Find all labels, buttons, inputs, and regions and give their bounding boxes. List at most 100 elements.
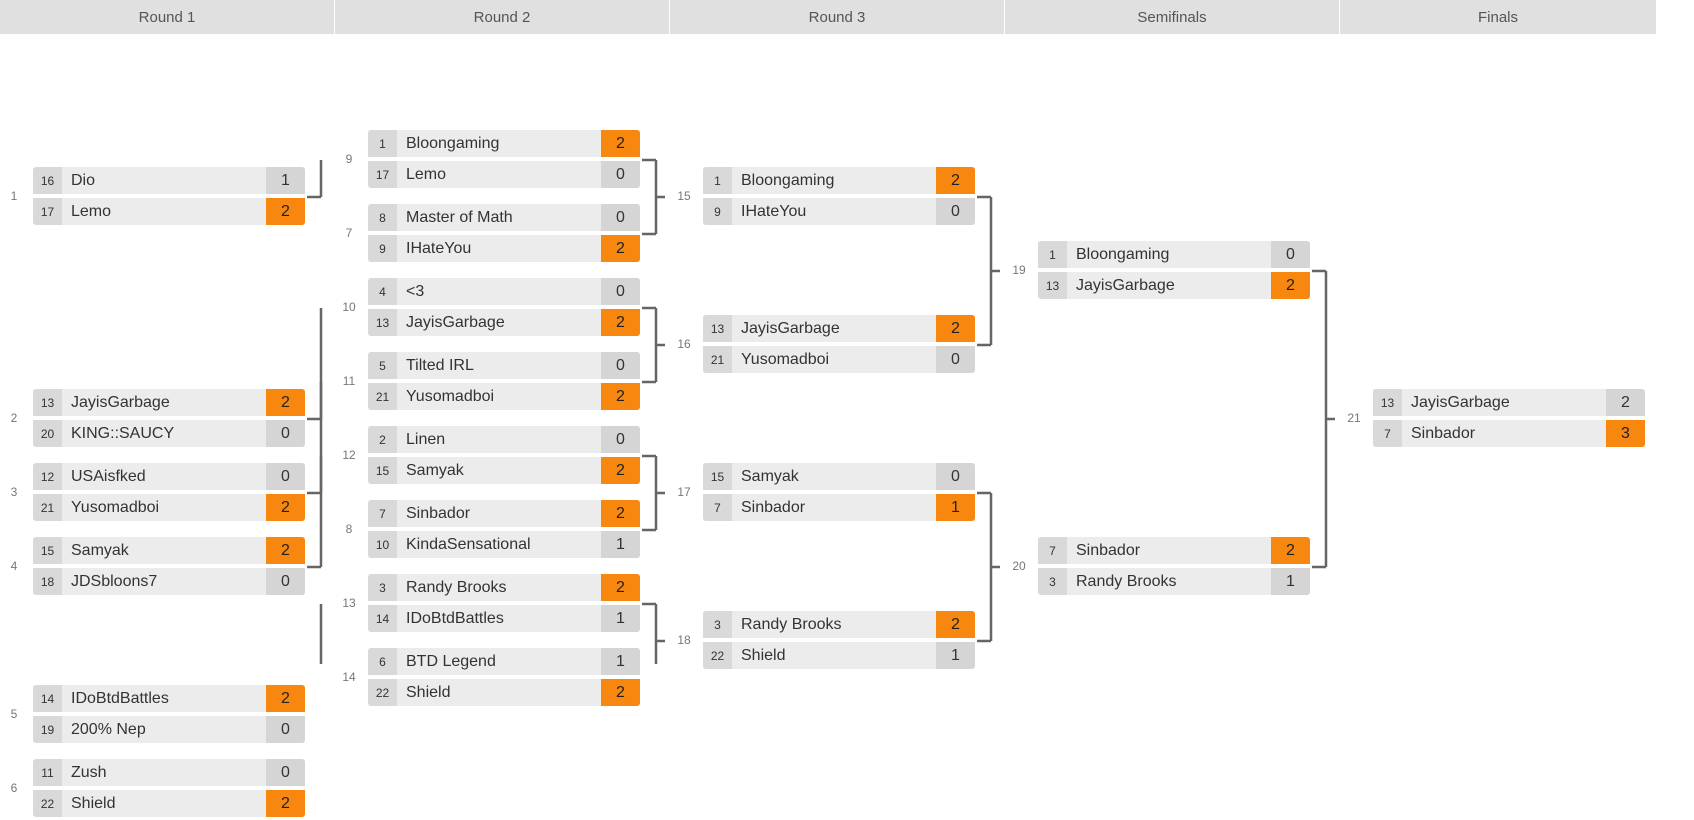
player-seed: 3 [703, 611, 732, 638]
match-card[interactable]: 13 JayisGarbage 2 7 Sinbador 3 [1373, 388, 1645, 450]
match-card[interactable]: 7 Sinbador 2 10 KindaSensational 1 [368, 499, 640, 561]
player-row[interactable]: 13 JayisGarbage 2 [1038, 272, 1310, 299]
player-seed: 15 [703, 463, 732, 490]
player-score: 0 [936, 198, 975, 225]
winner-score: 2 [601, 130, 640, 157]
player-row[interactable]: 3 Randy Brooks 1 [1038, 568, 1310, 595]
match-card[interactable]: 13 JayisGarbage 2 21 Yusomadboi 0 [703, 314, 975, 376]
player-row[interactable]: 21 Yusomadboi 2 [368, 383, 640, 410]
player-seed: 13 [368, 309, 397, 336]
match-card[interactable]: 6 BTD Legend 1 22 Shield 2 [368, 647, 640, 709]
player-seed: 7 [703, 494, 732, 521]
player-row[interactable]: 17 Lemo 2 [33, 198, 305, 225]
match-card[interactable]: 15 Samyak 2 18 JDSbloons7 0 [33, 536, 305, 598]
player-row[interactable]: 1 Bloongaming 2 [368, 130, 640, 157]
player-row[interactable]: 18 JDSbloons7 0 [33, 568, 305, 595]
match-card[interactable]: 12 USAisfked 0 21 Yusomadboi 2 [33, 462, 305, 524]
player-row[interactable]: 14 IDoBtdBattles 1 [368, 605, 640, 632]
player-row[interactable]: 22 Shield 2 [33, 790, 305, 817]
player-row[interactable]: 3 Randy Brooks 2 [368, 574, 640, 601]
player-row[interactable]: 2 Linen 0 [368, 426, 640, 453]
player-seed: 11 [33, 759, 62, 786]
player-row[interactable]: 6 BTD Legend 1 [368, 648, 640, 675]
match-card[interactable]: 16 Dio 1 17 Lemo 2 [33, 166, 305, 228]
match-card[interactable]: 11 Zush 0 22 Shield 2 [33, 758, 305, 820]
player-row[interactable]: 1 Bloongaming 0 [1038, 241, 1310, 268]
player-row[interactable]: 13 JayisGarbage 2 [368, 309, 640, 336]
player-score: 0 [601, 161, 640, 188]
player-row[interactable]: 22 Shield 1 [703, 642, 975, 669]
player-row[interactable]: 13 JayisGarbage 2 [1373, 389, 1645, 416]
player-row[interactable]: 3 Randy Brooks 2 [703, 611, 975, 638]
player-row[interactable]: 15 Samyak 0 [703, 463, 975, 490]
match-number: 12 [342, 448, 356, 462]
player-name: Shield [741, 647, 786, 664]
match-card[interactable]: 3 Randy Brooks 2 14 IDoBtdBattles 1 [368, 573, 640, 635]
player-seed: 7 [1373, 420, 1402, 447]
player-name: Yusomadboi [406, 388, 495, 405]
player-score: 1 [936, 642, 975, 669]
player-row[interactable]: 9 IHateYou 0 [703, 198, 975, 225]
player-score: 1 [601, 531, 640, 558]
player-row[interactable]: 22 Shield 2 [368, 679, 640, 706]
player-seed: 16 [33, 167, 62, 194]
player-row[interactable]: 13 JayisGarbage 2 [703, 315, 975, 342]
player-row[interactable]: 7 Sinbador 2 [1038, 537, 1310, 564]
player-seed: 17 [33, 198, 62, 225]
match-number: 5 [10, 707, 18, 721]
match-card[interactable]: 3 Randy Brooks 2 22 Shield 1 [703, 610, 975, 672]
player-row[interactable]: 21 Yusomadboi 0 [703, 346, 975, 373]
match-card[interactable]: 1 Bloongaming 2 9 IHateYou 0 [703, 166, 975, 228]
player-row[interactable]: 14 IDoBtdBattles 2 [33, 685, 305, 712]
player-seed: 9 [703, 198, 732, 225]
match-number: 3 [10, 485, 18, 499]
player-row[interactable]: 1 Bloongaming 2 [703, 167, 975, 194]
player-row[interactable]: 17 Lemo 0 [368, 161, 640, 188]
player-seed: 9 [368, 235, 397, 262]
match-card[interactable]: 8 Master of Math 0 9 IHateYou 2 [368, 203, 640, 265]
player-name: Randy Brooks [406, 579, 507, 596]
match-card[interactable]: 2 Linen 0 15 Samyak 2 [368, 425, 640, 487]
player-row[interactable]: 16 Dio 1 [33, 167, 305, 194]
player-seed: 15 [368, 457, 397, 484]
player-row[interactable]: 15 Samyak 2 [368, 457, 640, 484]
player-row[interactable]: 7 Sinbador 2 [368, 500, 640, 527]
player-row[interactable]: 13 JayisGarbage 2 [33, 389, 305, 416]
player-name: Zush [71, 764, 107, 781]
match-number: 10 [342, 300, 356, 314]
player-row[interactable]: 5 Tilted IRL 0 [368, 352, 640, 379]
player-row[interactable]: 20 KING::SAUCY 0 [33, 420, 305, 447]
match-card[interactable]: 1 Bloongaming 2 17 Lemo 0 [368, 129, 640, 191]
match-card[interactable]: 7 Sinbador 2 3 Randy Brooks 1 [1038, 536, 1310, 598]
player-name: Bloongaming [406, 135, 500, 152]
player-name: Yusomadboi [71, 499, 160, 516]
player-row[interactable]: 10 KindaSensational 1 [368, 531, 640, 558]
winner-score: 2 [601, 383, 640, 410]
player-row[interactable]: 15 Samyak 2 [33, 537, 305, 564]
player-row[interactable]: 7 Sinbador 3 [1373, 420, 1645, 447]
player-row[interactable]: 19 200% Nep 0 [33, 716, 305, 743]
player-seed: 13 [1038, 272, 1067, 299]
match-card[interactable]: 14 IDoBtdBattles 2 19 200% Nep 0 [33, 684, 305, 746]
player-row[interactable]: 12 USAisfked 0 [33, 463, 305, 490]
player-seed: 21 [368, 383, 397, 410]
player-row[interactable]: 4 <3 0 [368, 278, 640, 305]
player-row[interactable]: 8 Master of Math 0 [368, 204, 640, 231]
player-seed: 22 [703, 642, 732, 669]
player-name: JDSbloons7 [71, 573, 158, 590]
player-row[interactable]: 21 Yusomadboi 2 [33, 494, 305, 521]
player-seed: 14 [368, 605, 397, 632]
player-row[interactable]: 11 Zush 0 [33, 759, 305, 786]
match-card[interactable]: 13 JayisGarbage 220 KING::SAUCY 0 [33, 388, 305, 450]
player-row[interactable]: 9 IHateYou 2 [368, 235, 640, 262]
match-card[interactable]: 4 <3 0 13 JayisGarbage 2 [368, 277, 640, 339]
player-name: Bloongaming [1076, 246, 1170, 263]
match-card[interactable]: 15 Samyak 0 7 Sinbador 1 [703, 462, 975, 524]
player-seed: 14 [33, 685, 62, 712]
player-row[interactable]: 7 Sinbador 1 [703, 494, 975, 521]
player-name: Yusomadboi [741, 351, 830, 368]
match-card[interactable]: 5 Tilted IRL 0 21 Yusomadboi 2 [368, 351, 640, 413]
connector-line [642, 306, 665, 384]
match-number: 4 [10, 559, 18, 573]
match-card[interactable]: 1 Bloongaming 0 13 JayisGarbage 2 [1038, 240, 1310, 302]
